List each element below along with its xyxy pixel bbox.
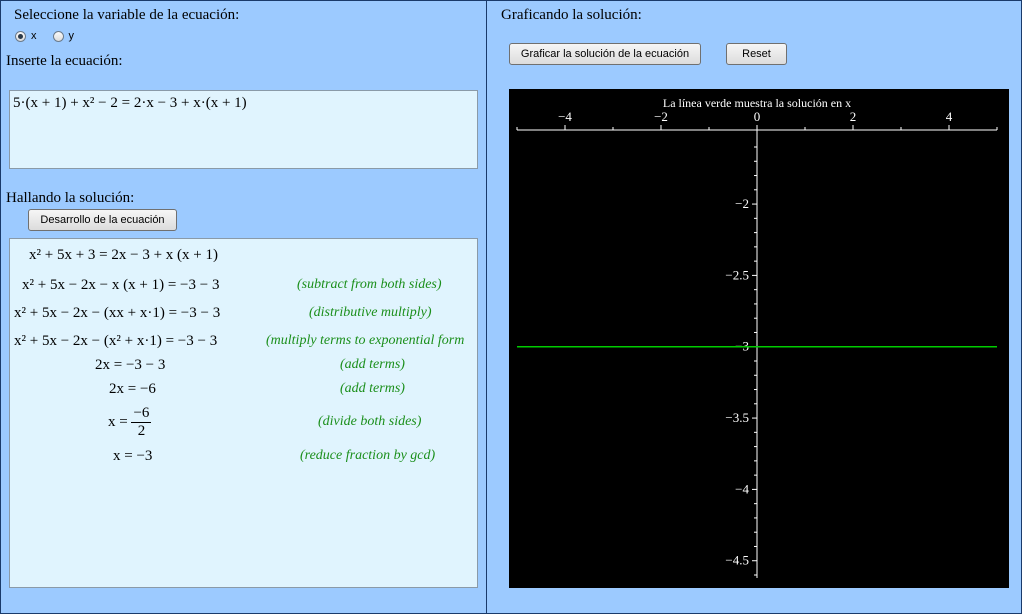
x-tick-label: 4 (946, 109, 953, 124)
y-tick-label: −3.5 (725, 410, 749, 425)
step-4-expr: x² + 5x − 2x − (x² + x·1) = −3 − 3 (14, 333, 218, 349)
x-tick-label: 0 (754, 109, 761, 124)
variable-radio-group: x y (15, 30, 90, 42)
radio-selected-dot (18, 33, 23, 39)
step-4-note: (multiply terms to exponential form (266, 333, 465, 348)
radio-y-label[interactable]: y (69, 30, 75, 42)
x-tick-label: −2 (654, 109, 668, 124)
step-8-expr: x = −3 (113, 448, 153, 464)
x-tick-label: 2 (850, 109, 857, 124)
solution-plot: La línea verde muestra la solución en x −… (509, 89, 1009, 588)
solution-label: Hallando la solución: (6, 190, 135, 206)
step-5-note: (add terms) (340, 357, 405, 372)
step-7-fraction: −6 2 (131, 405, 152, 440)
graph-title: Graficando la solución: (501, 7, 642, 23)
y-tick-label: −4 (735, 481, 749, 496)
solution-steps-panel: x² + 5x + 3 = 2x − 3 + x (x + 1) x² + 5x… (9, 238, 478, 588)
y-tick-label: −2.5 (725, 267, 749, 282)
step-2-expr: x² + 5x − 2x − x (x + 1) = −3 − 3 (22, 277, 220, 293)
step-6-note: (add terms) (340, 381, 405, 396)
input-label: Inserte la ecuación: (6, 53, 123, 69)
radio-x-label[interactable]: x (31, 30, 37, 42)
radio-y[interactable] (52, 30, 64, 42)
step-7-denominator: 2 (137, 423, 146, 439)
step-6-expr: 2x = −6 (109, 381, 156, 397)
x-tick-label: −4 (558, 109, 572, 124)
step-5-expr: 2x = −3 − 3 (95, 357, 166, 373)
panel-divider (486, 1, 487, 613)
radio-x[interactable] (15, 30, 26, 42)
step-3-expr: x² + 5x − 2x − (xx + x·1) = −3 − 3 (14, 305, 221, 321)
step-8-note: (reduce fraction by gcd) (300, 448, 436, 463)
step-1-expr: x² + 5x + 3 = 2x − 3 + x (x + 1) (29, 247, 218, 263)
develop-equation-button[interactable]: Desarrollo de la ecuación (28, 209, 177, 231)
app-window: Seleccione la variable de la ecuación: x… (0, 0, 1022, 614)
y-tick-label: −4.5 (725, 553, 749, 568)
plot-title: La línea verde muestra la solución en x (663, 96, 851, 110)
variable-label: Seleccione la variable de la ecuación: (14, 7, 240, 23)
equation-input-text: 5·(x + 1) + x² − 2 = 2·x − 3 + x·(x + 1) (13, 95, 247, 111)
equation-input[interactable]: 5·(x + 1) + x² − 2 = 2·x − 3 + x·(x + 1) (9, 90, 478, 169)
step-7-lhs: x = (108, 413, 128, 430)
graph-solution-button[interactable]: Graficar la solución de la ecuación (509, 43, 701, 65)
step-2-note: (subtract from both sides) (297, 277, 442, 292)
step-7-note: (divide both sides) (318, 414, 422, 429)
y-tick-label: −2 (735, 196, 749, 211)
step-7-numerator: −6 (131, 405, 152, 423)
plot-svg: La línea verde muestra la solución en x−… (516, 96, 998, 578)
step-7-expr: x = −6 2 (108, 405, 152, 440)
step-3-note: (distributive multiply) (309, 305, 432, 320)
reset-button[interactable]: Reset (726, 43, 787, 65)
